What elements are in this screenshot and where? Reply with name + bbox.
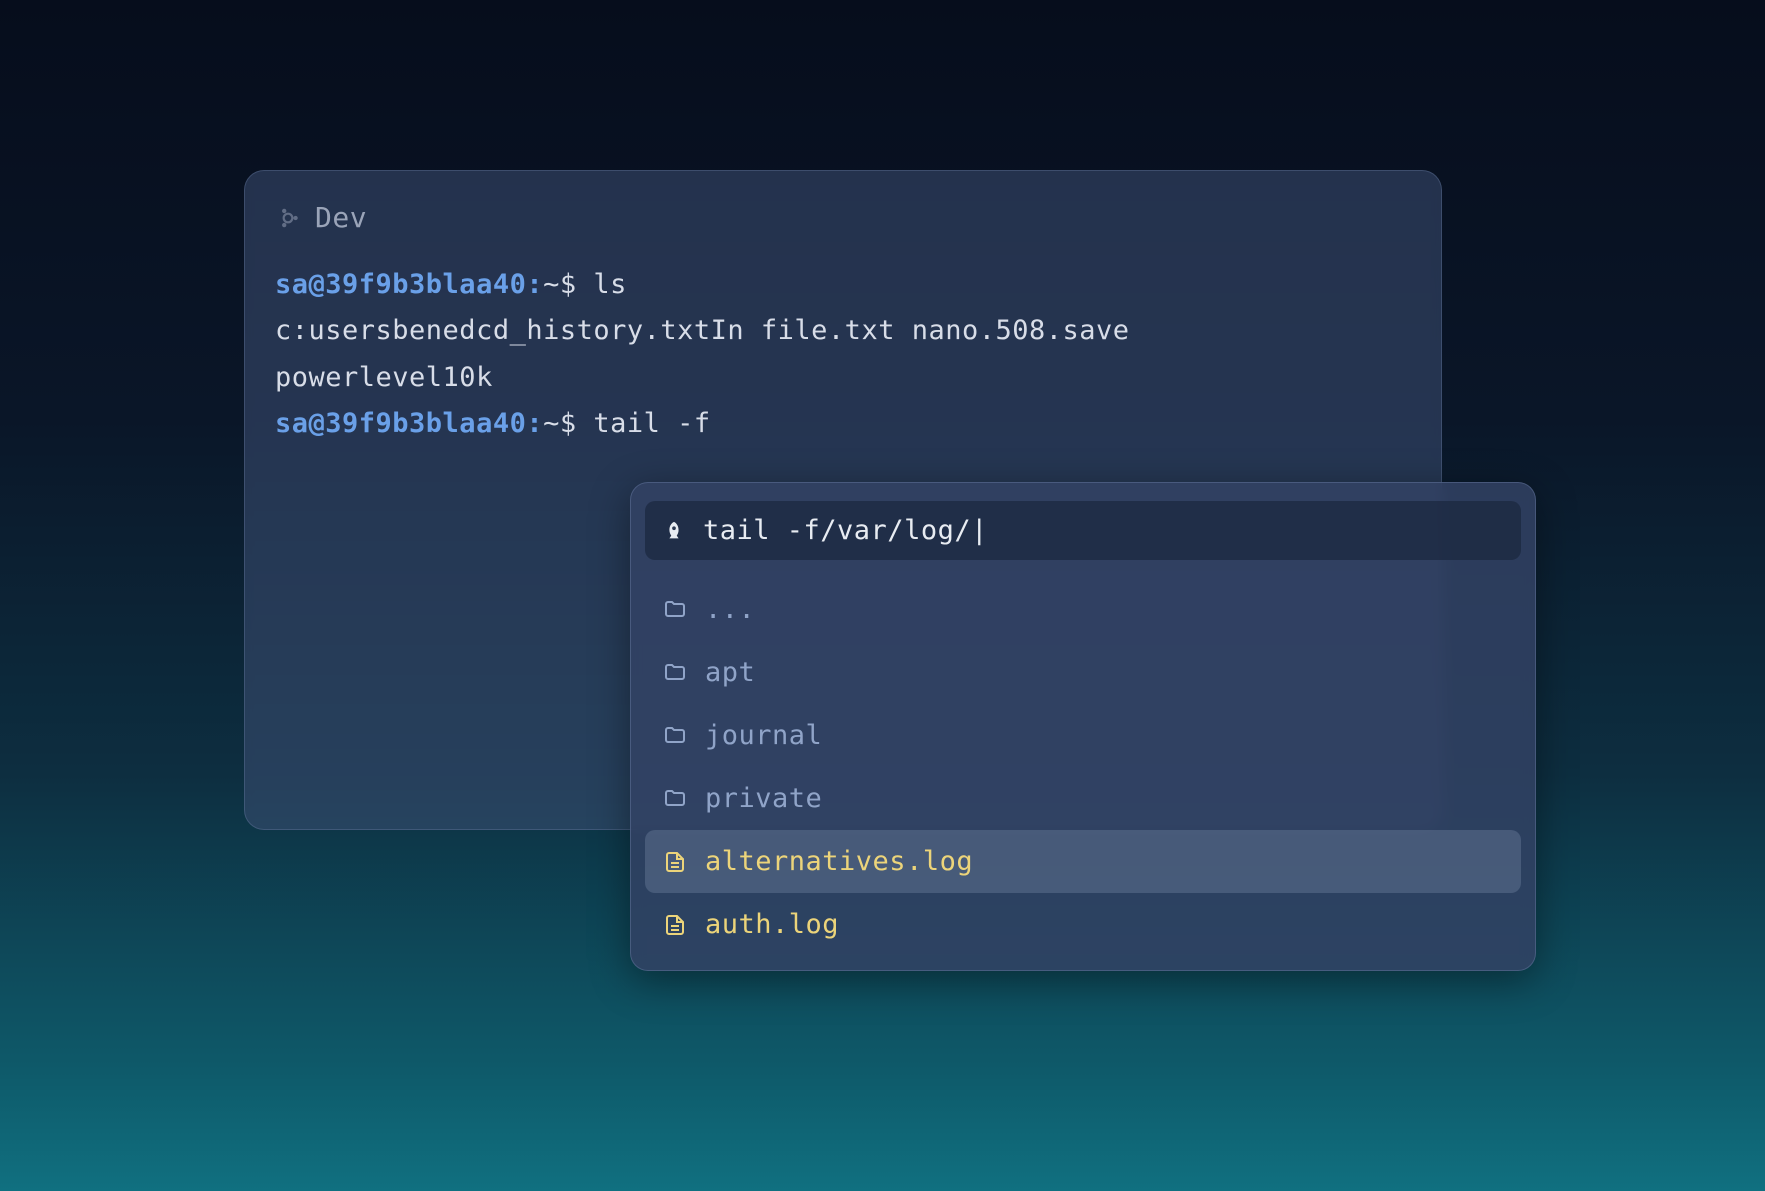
- item-label: journal: [705, 720, 822, 751]
- autocomplete-input[interactable]: tail -f/var/log/|: [645, 501, 1521, 560]
- prompt-path: ~$: [543, 408, 593, 439]
- autocomplete-item-journal[interactable]: journal: [645, 704, 1521, 767]
- folder-icon: [663, 598, 687, 622]
- item-label: apt: [705, 657, 755, 688]
- terminal-header: Dev: [275, 201, 1411, 234]
- item-label: auth.log: [705, 909, 839, 940]
- autocomplete-input-text: tail -f/var/log/|: [703, 515, 988, 546]
- file-icon: [663, 850, 687, 874]
- autocomplete-item-apt[interactable]: apt: [645, 641, 1521, 704]
- command-text: tail -f: [593, 408, 710, 439]
- prompt-user: sa@39f9b3blaa40:: [275, 269, 543, 300]
- command-text: ls: [593, 269, 627, 300]
- item-label: ...: [705, 594, 755, 625]
- autocomplete-item-alternatives-log[interactable]: alternatives.log: [645, 830, 1521, 893]
- autocomplete-item-private[interactable]: private: [645, 767, 1521, 830]
- file-icon: [663, 913, 687, 937]
- terminal-output: powerlevel10k: [275, 355, 1411, 401]
- folder-icon: [663, 787, 687, 811]
- ubuntu-icon: [275, 205, 301, 231]
- terminal-title: Dev: [315, 201, 367, 234]
- folder-icon: [663, 661, 687, 685]
- autocomplete-item-parent[interactable]: ...: [645, 578, 1521, 641]
- terminal-output: c:usersbenedcd_history.txtIn file.txt na…: [275, 308, 1411, 354]
- item-label: private: [705, 783, 822, 814]
- prompt-path: ~$: [543, 269, 593, 300]
- folder-icon: [663, 724, 687, 748]
- autocomplete-list: ... apt journal private: [645, 578, 1521, 956]
- prompt-user: sa@39f9b3blaa40:: [275, 408, 543, 439]
- terminal-line: sa@39f9b3blaa40:~$ tail -f: [275, 401, 1411, 447]
- terminal-body[interactable]: sa@39f9b3blaa40:~$ ls c:usersbenedcd_his…: [275, 262, 1411, 448]
- item-label: alternatives.log: [705, 846, 973, 877]
- autocomplete-panel: tail -f/var/log/| ... apt journal privat…: [630, 482, 1536, 971]
- autocomplete-item-auth-log[interactable]: auth.log: [645, 893, 1521, 956]
- rocket-icon: [663, 520, 685, 542]
- terminal-line: sa@39f9b3blaa40:~$ ls: [275, 262, 1411, 308]
